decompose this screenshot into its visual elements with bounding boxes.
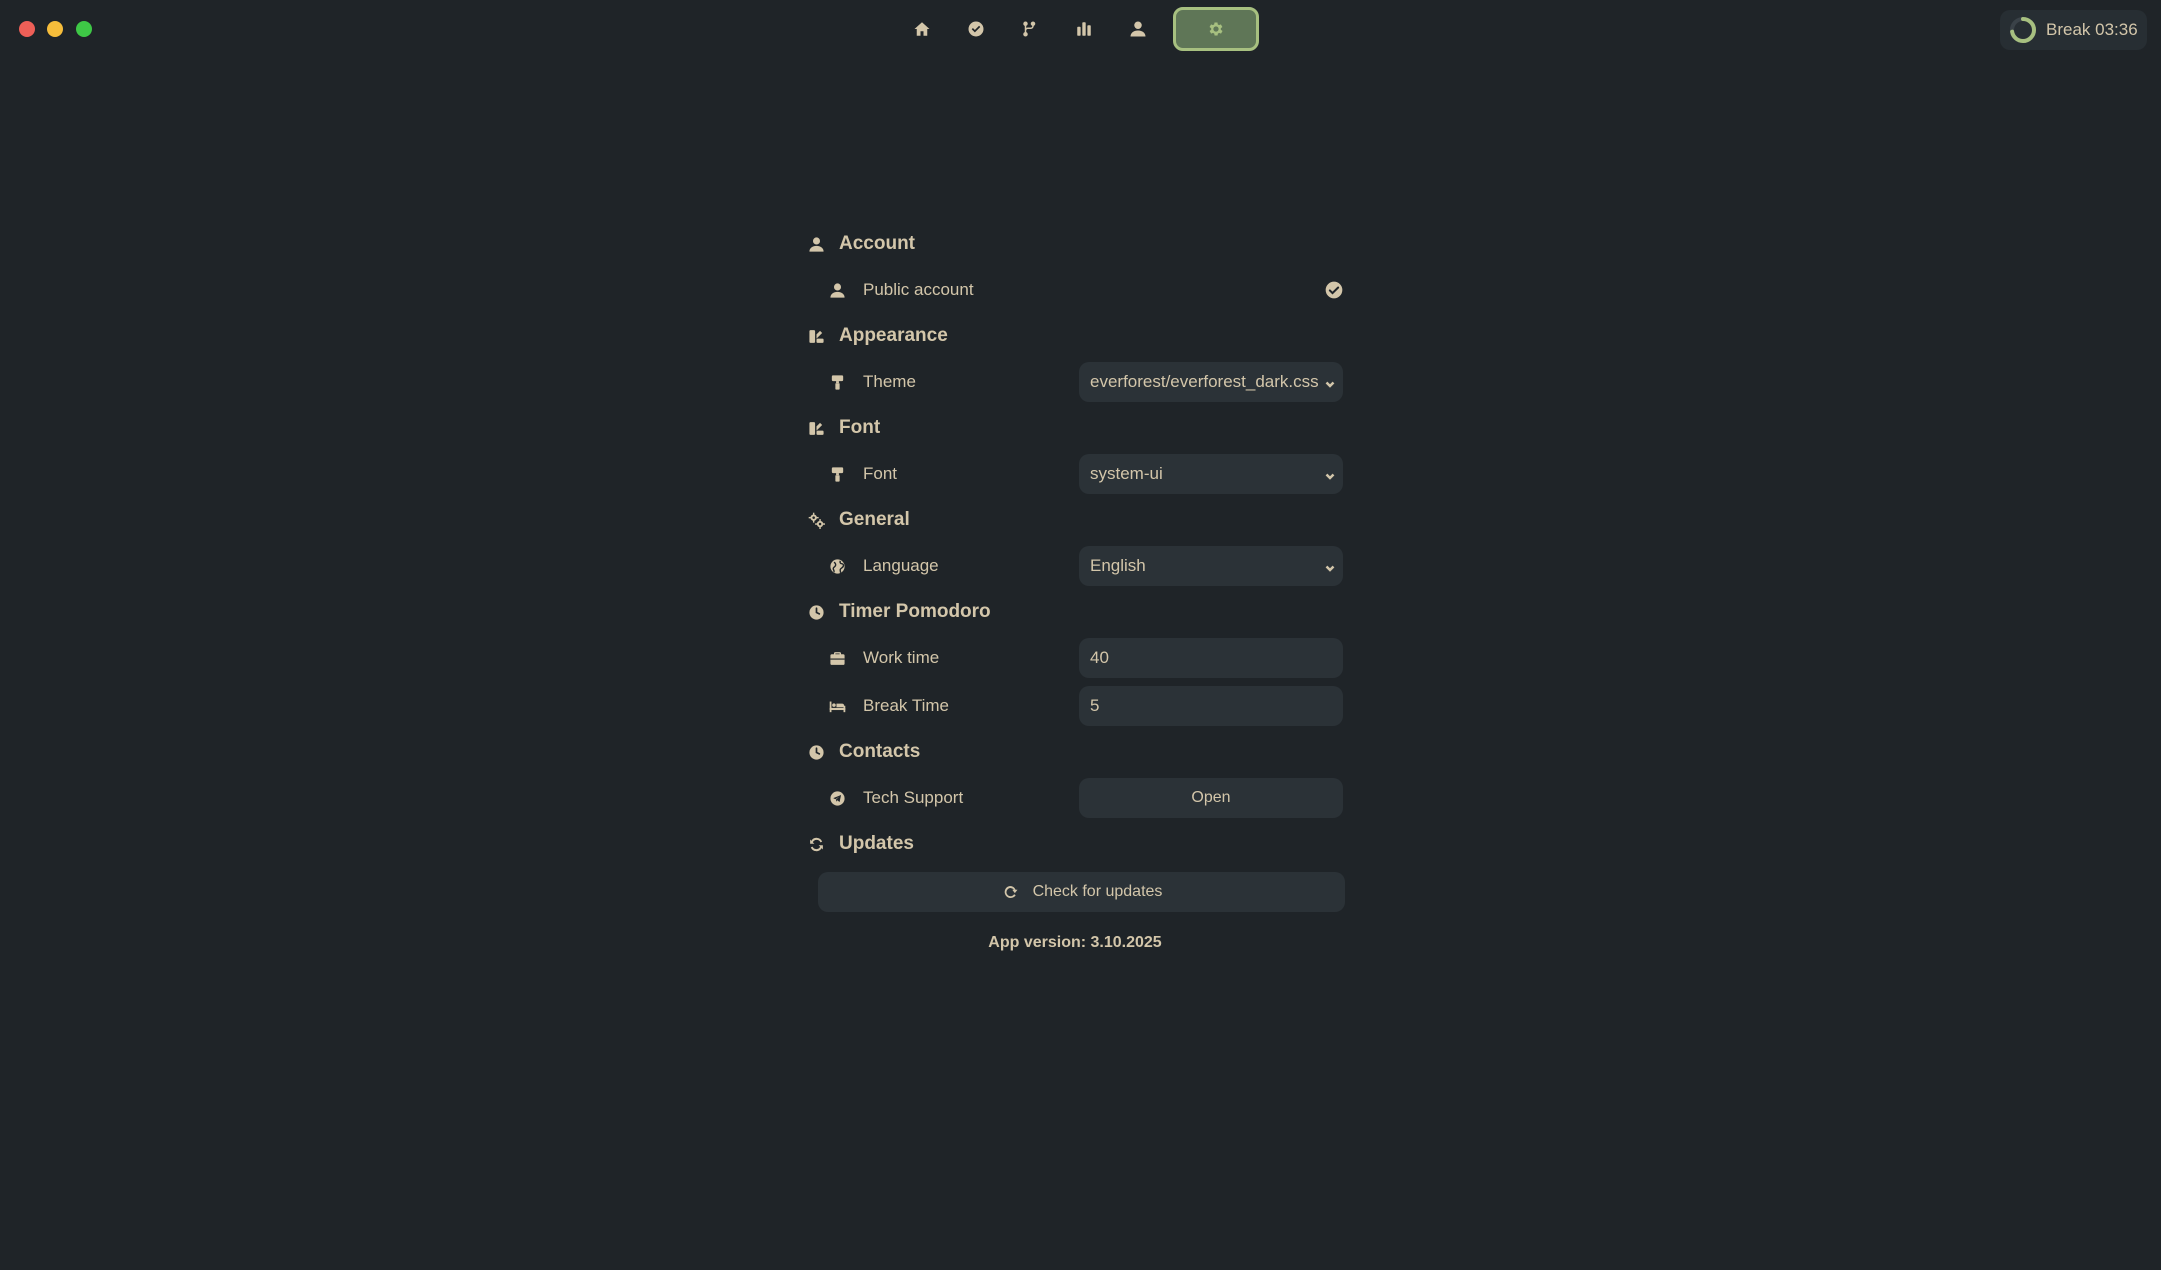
section-account: Account bbox=[805, 222, 1345, 266]
app-version: App version: 3.10.2025 bbox=[988, 934, 1162, 951]
paint-roller-icon bbox=[828, 373, 846, 391]
gears-icon bbox=[807, 511, 825, 529]
bar-chart-icon bbox=[1077, 22, 1091, 36]
sync-icon bbox=[807, 835, 825, 853]
nav-branches-button[interactable] bbox=[1003, 7, 1057, 51]
close-window-button[interactable] bbox=[19, 21, 35, 37]
chevron-down-icon bbox=[1325, 466, 1337, 480]
gear-icon bbox=[1209, 22, 1223, 36]
briefcase-icon bbox=[828, 649, 846, 667]
section-title: Account bbox=[839, 233, 915, 254]
user-icon bbox=[828, 281, 846, 299]
work-time-row: Work time 40 bbox=[805, 634, 1345, 682]
zoom-window-button[interactable] bbox=[76, 21, 92, 37]
section-general: General bbox=[805, 498, 1345, 542]
globe-icon bbox=[828, 557, 846, 575]
public-account-toggle[interactable] bbox=[1323, 279, 1345, 301]
work-time-label: Work time bbox=[863, 648, 940, 667]
public-account-label: Public account bbox=[863, 280, 974, 299]
language-label: Language bbox=[863, 556, 939, 575]
refresh-icon bbox=[1004, 886, 1018, 898]
section-title: Timer Pomodoro bbox=[839, 601, 991, 622]
section-font: Font bbox=[805, 406, 1345, 450]
check-circle-icon bbox=[1325, 281, 1343, 299]
tech-support-row: Tech Support Open bbox=[805, 774, 1345, 822]
timer-progress-ring-icon bbox=[2010, 17, 2036, 43]
theme-select-value: everforest/everforest_dark.css bbox=[1090, 372, 1319, 391]
section-title: General bbox=[839, 509, 910, 530]
tech-support-label: Tech Support bbox=[863, 788, 964, 807]
branch-icon bbox=[1023, 21, 1036, 37]
user-icon bbox=[1130, 21, 1146, 37]
bed-icon bbox=[828, 697, 846, 715]
break-time-label: Break Time bbox=[863, 696, 949, 715]
nav-home-button[interactable] bbox=[895, 7, 949, 51]
break-timer[interactable]: Break 03:36 bbox=[2000, 10, 2147, 50]
theme-select[interactable]: everforest/everforest_dark.css bbox=[1079, 362, 1343, 402]
check-circle-icon bbox=[968, 21, 984, 37]
title-bar: Break 03:36 bbox=[0, 0, 2161, 58]
theme-label: Theme bbox=[863, 372, 916, 391]
top-navigation bbox=[895, 7, 1259, 51]
theme-row: Theme everforest/everforest_dark.css bbox=[805, 358, 1345, 406]
nav-stats-button[interactable] bbox=[1057, 7, 1111, 51]
chevron-down-icon bbox=[1325, 558, 1337, 572]
nav-tasks-button[interactable] bbox=[949, 7, 1003, 51]
check-for-updates-label: Check for updates bbox=[1032, 883, 1163, 900]
font-label: Font bbox=[863, 464, 898, 483]
public-account-row: Public account bbox=[805, 266, 1345, 314]
check-for-updates-button[interactable]: Check for updates bbox=[818, 872, 1345, 912]
section-appearance: Appearance bbox=[805, 314, 1345, 358]
chevron-down-icon bbox=[1325, 374, 1337, 388]
tech-support-open-button[interactable]: Open bbox=[1079, 778, 1343, 818]
telegram-icon bbox=[828, 789, 846, 807]
home-icon bbox=[914, 22, 930, 36]
section-updates: Updates bbox=[805, 822, 1345, 866]
section-title: Font bbox=[839, 417, 881, 438]
section-contacts: Contacts bbox=[805, 730, 1345, 774]
language-row: Language English bbox=[805, 542, 1345, 590]
language-select[interactable]: English bbox=[1079, 546, 1343, 586]
work-time-value: 40 bbox=[1090, 648, 1109, 667]
clock-icon bbox=[807, 603, 825, 621]
user-icon bbox=[807, 235, 825, 253]
break-timer-label: Break 03:36 bbox=[2046, 20, 2138, 39]
break-time-value: 5 bbox=[1090, 696, 1100, 715]
font-select[interactable]: system-ui bbox=[1079, 454, 1343, 494]
clock-icon bbox=[807, 743, 825, 761]
palette-icon bbox=[807, 419, 825, 437]
font-row: Font system-ui bbox=[805, 450, 1345, 498]
section-title: Appearance bbox=[839, 325, 948, 346]
settings-panel: Account Public account Appearance Theme … bbox=[805, 222, 1345, 952]
break-time-row: Break Time 5 bbox=[805, 682, 1345, 730]
nav-settings-button[interactable] bbox=[1173, 7, 1259, 51]
palette-icon bbox=[807, 327, 825, 345]
paint-roller-icon bbox=[828, 465, 846, 483]
nav-profile-button[interactable] bbox=[1111, 7, 1165, 51]
break-time-input[interactable]: 5 bbox=[1079, 686, 1343, 726]
language-select-value: English bbox=[1090, 556, 1146, 575]
section-title: Contacts bbox=[839, 741, 921, 762]
open-button-label: Open bbox=[1191, 789, 1231, 806]
font-select-value: system-ui bbox=[1090, 464, 1163, 483]
minimize-window-button[interactable] bbox=[47, 21, 63, 37]
section-timer-pomodoro: Timer Pomodoro bbox=[805, 590, 1345, 634]
work-time-input[interactable]: 40 bbox=[1079, 638, 1343, 678]
section-title: Updates bbox=[839, 833, 914, 854]
